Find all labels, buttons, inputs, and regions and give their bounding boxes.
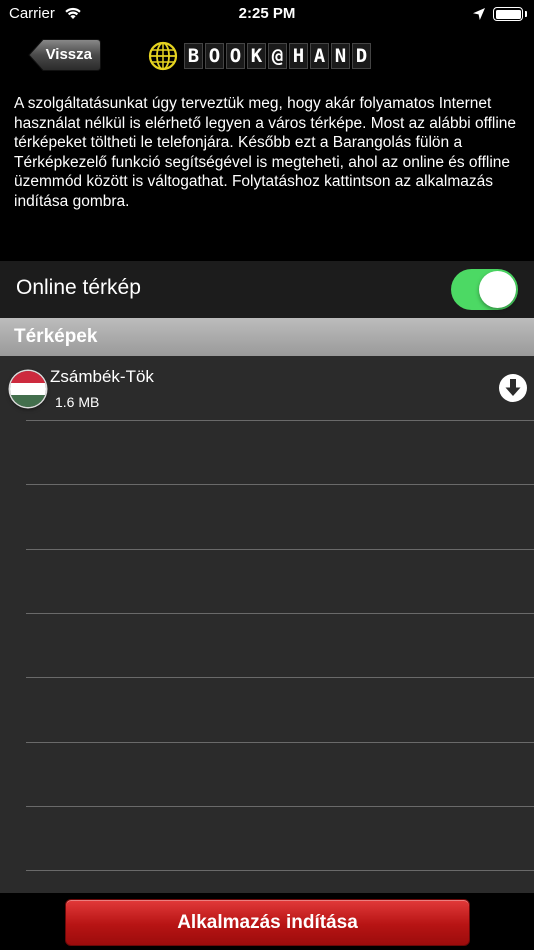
online-map-row: Online térkép [0,261,534,318]
map-size: 1.6 MB [55,394,100,410]
logo-wordmark: B O O K @ H A N D [184,43,373,69]
clock: 2:25 PM [238,5,296,22]
list-separator [26,549,534,550]
map-name: Zsámbék-Tök [50,367,154,386]
list-separator [26,420,534,421]
list-separator [26,613,534,614]
download-icon[interactable] [498,373,528,403]
battery-icon [493,7,523,21]
map-list: Zsámbék-Tök 1.6 MB [0,356,534,893]
logo-letter: O [226,43,245,69]
back-button[interactable]: Vissza [28,38,102,72]
logo-letter: D [352,43,371,69]
logo-letter: N [331,43,350,69]
intro-text: A szolgáltatásunkat úgy terveztük meg, h… [14,95,517,210]
maps-section-title: Térképek [14,326,98,347]
logo-letter: O [205,43,224,69]
logo-letter: H [289,43,308,69]
logo-letter: @ [268,43,287,69]
map-list-item[interactable]: Zsámbék-Tök 1.6 MB [0,356,534,420]
navbar: Vissza B O O K @ H A N D [0,28,534,84]
bottom-bar: Alkalmazás indítása [0,893,534,950]
hungary-flag-icon [10,371,46,407]
list-separator [26,484,534,485]
logo-letter: B [184,43,203,69]
logo-letter: K [247,43,266,69]
list-separator [26,870,534,871]
status-bar: Carrier 2:25 PM [0,0,534,28]
online-map-label: Online térkép [16,276,141,299]
app-logo: B O O K @ H A N D [148,39,373,73]
launch-app-button[interactable]: Alkalmazás indítása [65,899,470,946]
switch-knob [479,271,516,308]
list-separator [26,677,534,678]
intro-panel: A szolgáltatásunkat úgy terveztük meg, h… [0,84,534,260]
location-arrow-icon [473,8,485,20]
back-button-label: Vissza [45,46,92,63]
globe-icon [148,41,178,71]
maps-section-header: Térképek [0,318,534,356]
list-separator [26,806,534,807]
online-map-switch[interactable] [451,269,518,310]
logo-letter: A [310,43,329,69]
launch-app-label: Alkalmazás indítása [177,912,358,933]
list-separator [26,742,534,743]
battery-tip [525,11,527,17]
